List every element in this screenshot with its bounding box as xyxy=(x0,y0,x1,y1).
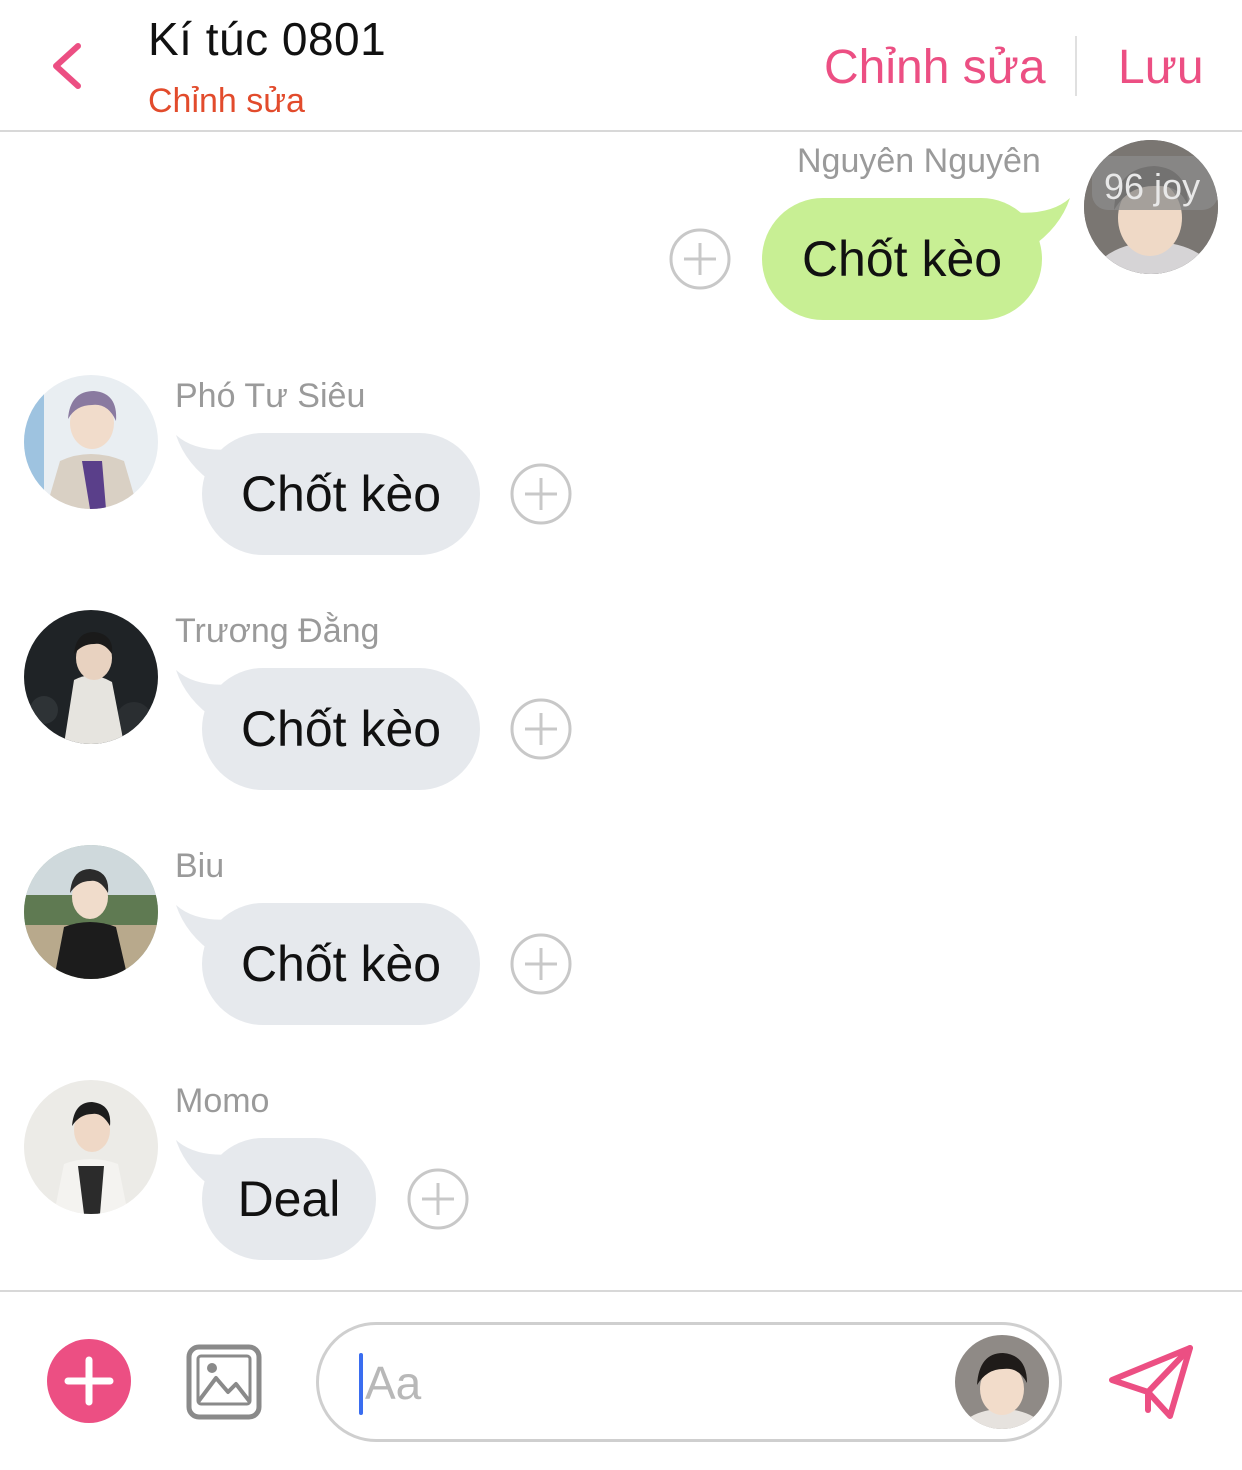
chat-header: Kí túc 0801 Chỉnh sửa Chỉnh sửa Lưu xyxy=(0,0,1242,132)
message-input-wrapper[interactable] xyxy=(316,1322,1062,1442)
chat-title: Kí túc 0801 xyxy=(148,13,387,65)
avatar-badge: 96 joy xyxy=(1104,166,1201,207)
add-reaction-button[interactable] xyxy=(509,932,573,996)
message-bubble[interactable]: Chốt kèo xyxy=(202,668,480,790)
sender-name: Nguyên Nguyên xyxy=(797,142,1041,180)
chevron-left-icon xyxy=(53,43,81,89)
text-caret xyxy=(359,1353,363,1415)
back-button[interactable] xyxy=(38,36,98,96)
add-reaction-button[interactable] xyxy=(509,697,573,761)
save-button[interactable]: Lưu xyxy=(1118,40,1204,95)
plus-circle-icon xyxy=(510,463,572,525)
add-button[interactable] xyxy=(46,1338,132,1424)
message-composer xyxy=(0,1290,1242,1470)
avatar[interactable] xyxy=(24,845,158,979)
image-button[interactable] xyxy=(186,1344,262,1420)
plus-circle-icon xyxy=(407,1168,469,1230)
sender-name: Biu xyxy=(175,847,225,885)
edit-button[interactable]: Chỉnh sửa xyxy=(824,40,1046,95)
message-text: Chốt kèo xyxy=(240,936,442,992)
sender-name: Phó Tư Siêu xyxy=(175,377,366,415)
add-reaction-button[interactable] xyxy=(509,462,573,526)
add-reaction-button[interactable] xyxy=(406,1167,470,1231)
message-bubble[interactable]: Deal xyxy=(202,1138,376,1260)
plus-circle-icon xyxy=(510,933,572,995)
plus-circle-icon xyxy=(669,228,731,290)
sender-name: Momo xyxy=(175,1082,270,1120)
header-divider xyxy=(1075,36,1077,96)
message-bubble[interactable]: Chốt kèo xyxy=(202,903,480,1025)
avatar[interactable] xyxy=(24,610,158,744)
message-bubble[interactable]: Chốt kèo xyxy=(762,198,1042,320)
plus-circle-icon xyxy=(510,698,572,760)
message-text: Chốt kèo xyxy=(240,466,442,522)
message-text: Deal xyxy=(237,1171,341,1227)
character-avatar[interactable] xyxy=(955,1335,1049,1429)
image-icon xyxy=(186,1344,262,1420)
avatar[interactable] xyxy=(24,1080,158,1214)
message-text: Chốt kèo xyxy=(240,701,442,757)
paper-plane-icon xyxy=(1109,1345,1193,1419)
avatar[interactable] xyxy=(24,375,158,509)
add-reaction-button[interactable] xyxy=(668,227,732,291)
sender-name: Trương Đằng xyxy=(175,612,380,650)
chat-subtitle: Chỉnh sửa xyxy=(148,82,305,120)
message-input[interactable] xyxy=(365,1351,945,1415)
plus-circle-filled-icon xyxy=(47,1339,131,1423)
message-text: Chốt kèo xyxy=(801,231,1003,287)
send-button[interactable] xyxy=(1106,1342,1196,1422)
message-bubble[interactable]: Chốt kèo xyxy=(202,433,480,555)
